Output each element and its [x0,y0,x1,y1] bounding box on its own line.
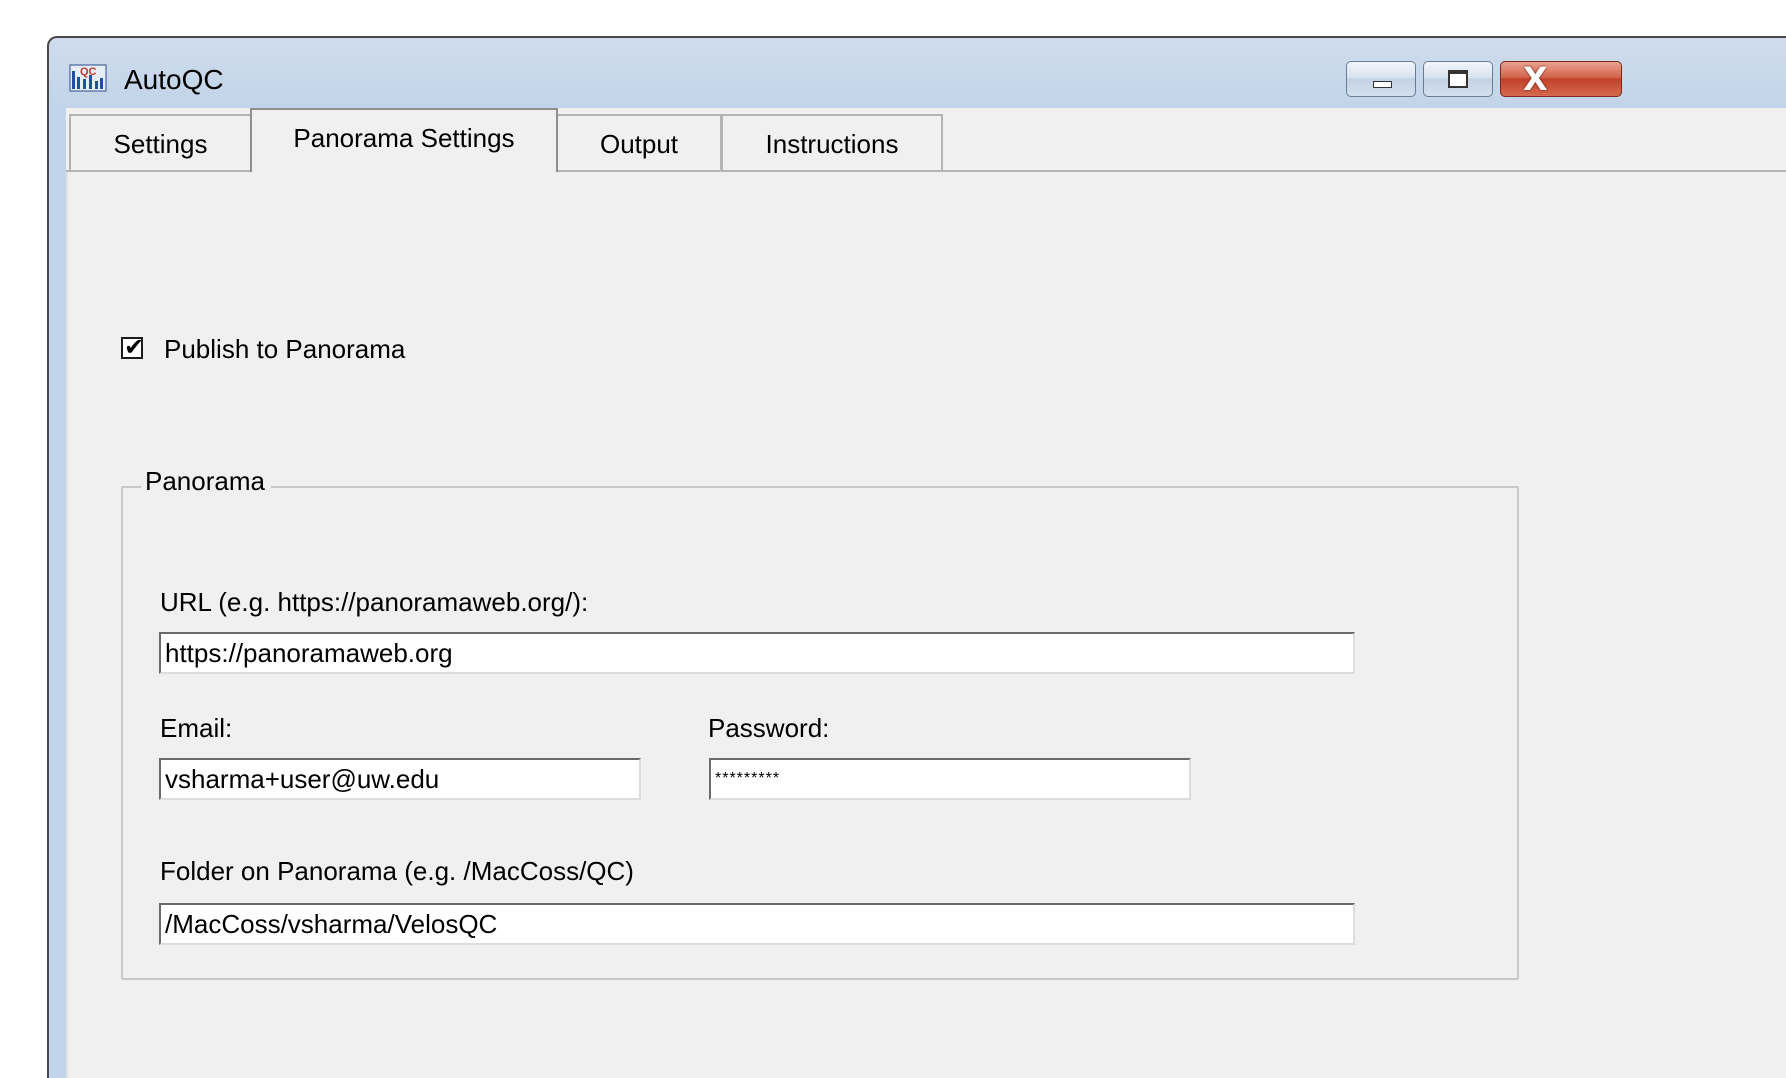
tab-output[interactable]: Output [556,114,722,170]
publish-to-panorama-label[interactable]: Publish to Panorama [164,332,405,366]
tab-panorama-settings[interactable]: Panorama Settings [250,108,558,172]
email-label: Email: [160,713,233,743]
close-button[interactable]: X [1500,60,1622,98]
publish-to-panorama-checkbox[interactable]: ✔ [121,333,144,361]
minimize-icon [1373,81,1392,88]
panorama-group-title: Panorama [141,464,271,498]
folder-input[interactable] [159,903,1355,945]
autoqc-app-icon: QC [69,64,107,92]
minimize-button[interactable] [1346,61,1416,97]
password-input[interactable] [709,758,1191,800]
folder-label: Folder on Panorama (e.g. /MacCoss/QC) [160,856,634,886]
panorama-settings-panel: ✔ Publish to Panorama Panorama URL (e.g.… [66,172,1786,1078]
password-label: Password: [708,713,830,743]
url-label: URL (e.g. https://panoramaweb.org/): [160,587,589,617]
url-input[interactable] [159,632,1355,674]
close-icon: X [1523,60,1548,98]
title-bar[interactable]: QC AutoQC X [49,38,1786,108]
maximize-button[interactable] [1423,61,1493,97]
autoqc-window: QC AutoQC X Settings Output Instructions… [47,36,1786,1078]
window-title: AutoQC [124,64,224,95]
maximize-icon [1448,70,1468,88]
email-input[interactable] [159,758,641,800]
tab-settings[interactable]: Settings [69,114,250,170]
svg-text:QC: QC [80,66,97,78]
checkmark-icon: ✔ [124,333,145,361]
tab-instructions[interactable]: Instructions [721,114,943,170]
client-area: Settings Output Instructions Panorama Se… [66,108,1786,1078]
tab-strip: Settings Output Instructions Panorama Se… [66,108,1786,172]
